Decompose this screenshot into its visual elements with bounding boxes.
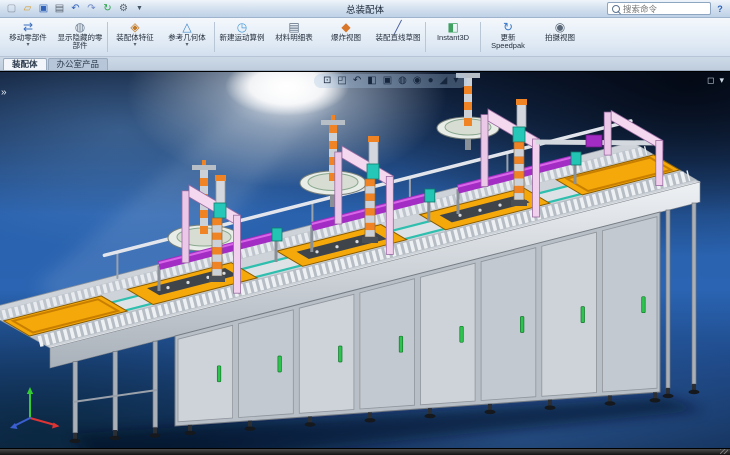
cabinet-door-8	[602, 217, 657, 392]
cabinet-door-1	[178, 325, 233, 422]
save-icon[interactable]: ▣	[37, 2, 50, 16]
ribbon-divider	[425, 22, 426, 52]
print-icon[interactable]: ▤	[53, 2, 66, 16]
apply-scene-icon[interactable]: ◢	[440, 75, 448, 87]
dropdown-caret-icon[interactable]: ▾	[185, 42, 188, 48]
commandmanager-tabs: 装配体 办公室产品	[0, 57, 730, 71]
hide-show-items-icon[interactable]: ◉	[413, 75, 422, 87]
ribbon-divider	[480, 22, 481, 52]
cabinet-door-4	[360, 279, 415, 409]
view-settings-icon[interactable]: ▾	[453, 75, 458, 87]
search-icon	[612, 5, 620, 13]
graphics-viewport[interactable]: ⊡ ◰ ↶ ◧ ▣ ◍ ◉ ● ◢ ▾ ◻ ▾ »	[0, 72, 730, 448]
ribbon-button-new-motion-study[interactable]: ◷ 新建运动算例	[216, 19, 268, 55]
section-view-icon[interactable]: ◧	[367, 75, 376, 87]
cabinet-door-7	[542, 232, 597, 396]
help-icon[interactable]: ?	[715, 4, 725, 14]
ribbon-button-bill-of-materials[interactable]: ▤ 材料明细表	[268, 19, 320, 55]
previous-view-icon[interactable]: ↶	[353, 75, 361, 87]
cabinet-door-6	[481, 248, 536, 401]
display-style-icon[interactable]: ◍	[398, 75, 407, 87]
edit-appearance-icon[interactable]: ●	[428, 75, 434, 87]
restore-view-icon[interactable]: ◻	[707, 75, 714, 86]
ribbon-button-show-hidden-components[interactable]: ◍ 显示隐藏的零部件	[54, 19, 106, 55]
dropdown-caret-icon[interactable]: ▾	[133, 42, 136, 48]
zoom-fit-icon[interactable]: ⊡	[323, 75, 331, 87]
ribbon-button-exploded-view[interactable]: ◆ 爆炸视图	[320, 19, 372, 55]
open-icon[interactable]: ▱	[21, 2, 34, 16]
dropdown-caret-icon[interactable]: ▾	[26, 42, 29, 48]
cabinet-door-5	[421, 263, 476, 405]
titlebar: ▢ ▱ ▣ ▤ ↶ ↷ ↻ ⚙ ▼ 总装配体 ?	[0, 0, 730, 18]
ribbon-button-instant3d[interactable]: ◧ Instant3D	[427, 19, 479, 55]
viewport-corner-controls: ◻ ▾	[707, 75, 724, 86]
quick-access-toolbar: ▢ ▱ ▣ ▤ ↶ ↷ ↻ ⚙ ▼	[5, 2, 146, 16]
ribbon-divider	[107, 22, 108, 52]
cabinet-door-2	[239, 310, 294, 418]
ribbon-button-assembly-features[interactable]: ◈ 装配体特征 ▾	[109, 19, 161, 55]
ribbon-button-reference-geometry[interactable]: △ 参考几何体 ▾	[161, 19, 213, 55]
status-bar	[0, 448, 730, 455]
heads-up-view-toolbar: ⊡ ◰ ↶ ◧ ▣ ◍ ◉ ● ◢ ▾	[314, 74, 467, 88]
ribbon-button-update-speedpak[interactable]: ↻ 更新 Speedpak	[482, 19, 534, 55]
undo-icon[interactable]: ↶	[69, 2, 82, 16]
search-input[interactable]	[623, 4, 701, 14]
view-orientation-icon[interactable]: ▣	[383, 75, 392, 87]
ribbon-divider	[214, 22, 215, 52]
viewport-3d-model[interactable]	[0, 72, 730, 448]
tab-assembly[interactable]: 装配体	[3, 58, 47, 70]
redo-icon[interactable]: ↷	[85, 2, 98, 16]
ribbon-button-explode-line-sketch[interactable]: ╱ 装配直线草图	[372, 19, 424, 55]
resize-grip[interactable]	[720, 449, 728, 454]
viewport-menu-icon[interactable]: ▾	[719, 75, 724, 86]
tab-office-products[interactable]: 办公室产品	[48, 58, 109, 70]
command-ribbon: ⇄ 移动零部件 ▾ ◍ 显示隐藏的零部件 ◈ 装配体特征 ▾ △ 参考几何体 ▾…	[0, 18, 730, 57]
options-icon[interactable]: ⚙	[117, 2, 130, 16]
cabinet-door-3	[299, 294, 354, 413]
zoom-area-icon[interactable]: ◰	[337, 75, 346, 87]
command-search[interactable]	[607, 2, 711, 15]
menu-dropdown-icon[interactable]: ▼	[133, 2, 146, 16]
featuremanager-flyout-arrow[interactable]: »	[1, 88, 7, 98]
ribbon-button-take-snapshot[interactable]: ◉ 拍摄视图	[534, 19, 586, 55]
solidworks-window: ▢ ▱ ▣ ▤ ↶ ↷ ↻ ⚙ ▼ 总装配体 ? ⇄ 移动零部件 ▾ ◍ 显示隐	[0, 0, 730, 455]
rebuild-icon[interactable]: ↻	[101, 2, 114, 16]
new-document-icon[interactable]: ▢	[5, 2, 18, 16]
ribbon-button-move-component[interactable]: ⇄ 移动零部件 ▾	[2, 19, 54, 55]
